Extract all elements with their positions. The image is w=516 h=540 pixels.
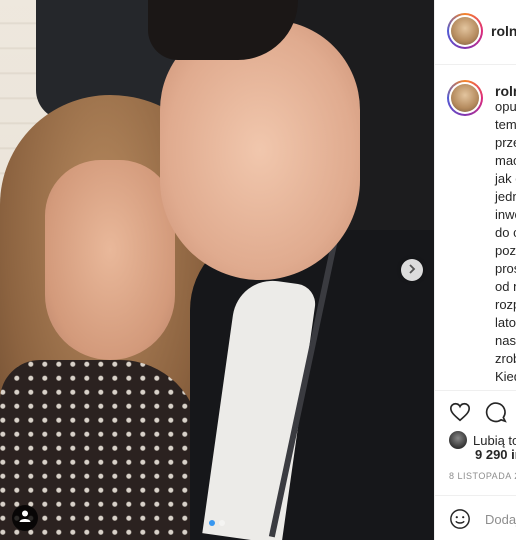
liker-avatar <box>449 431 467 449</box>
caption-line: inwe <box>495 207 516 222</box>
avatar[interactable] <box>447 13 483 49</box>
carousel-dot-active <box>209 520 215 526</box>
caption-line: nasz <box>495 333 516 348</box>
comment-form: Dodaj <box>435 495 516 540</box>
caption-username[interactable]: rolni <box>495 83 516 99</box>
likes-count[interactable]: 9 290 ir <box>475 447 516 462</box>
caption-line: zrob <box>495 351 516 366</box>
caption-line: opu <box>495 99 516 114</box>
caption-avatar[interactable] <box>447 80 483 116</box>
caption-line: tem <box>495 117 516 132</box>
avatar-image <box>451 84 479 112</box>
post-actions: Lubią to 9 290 ir 8 LISTOPADA 20 Dodaj <box>435 390 516 540</box>
comment-input[interactable]: Dodaj <box>485 512 516 527</box>
post-header: rolni <box>435 0 516 65</box>
caption-line: pros <box>495 261 516 276</box>
post-sidebar: rolni rolni opu tem prze mac jak c jedn … <box>434 0 516 540</box>
chevron-right-icon <box>407 261 417 279</box>
post-photo[interactable] <box>0 0 434 540</box>
carousel-dot <box>219 520 225 526</box>
caption-line: prze <box>495 135 516 150</box>
carousel-dots <box>209 520 225 526</box>
caption-line: rozp <box>495 297 516 312</box>
caption-line: do c <box>495 225 516 240</box>
tagged-users-button[interactable] <box>12 505 38 531</box>
caption-line: pozv <box>495 243 516 258</box>
caption-line: jedn <box>495 189 516 204</box>
caption-line: lato <box>495 315 516 330</box>
comment-icon[interactable] <box>485 401 507 423</box>
caption-line: jak c <box>495 171 516 186</box>
heart-icon[interactable] <box>449 401 471 423</box>
likes-label: Lubią to <box>473 432 516 448</box>
user-tag-icon <box>18 509 32 528</box>
post-caption: opu tem prze mac jak c jedn inwe do c po… <box>495 98 516 422</box>
photo-woman-face <box>45 160 175 360</box>
caption-line: Kied <box>495 369 516 384</box>
avatar-image <box>451 17 479 45</box>
next-slide-button[interactable] <box>401 259 423 281</box>
caption-line: od n <box>495 279 516 294</box>
emoji-icon[interactable] <box>449 508 471 530</box>
caption-line: mac <box>495 153 516 168</box>
header-username[interactable]: rolni <box>491 23 516 39</box>
post-date[interactable]: 8 LISTOPADA 20 <box>449 471 516 481</box>
